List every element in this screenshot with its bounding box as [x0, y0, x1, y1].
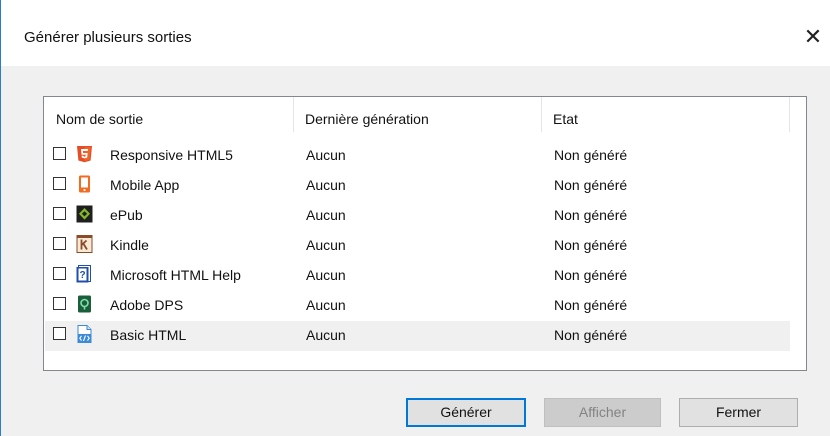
adobe-dps-icon — [76, 295, 93, 313]
row-state: Non généré — [554, 267, 628, 283]
table-row[interactable]: Responsive HTML5 Aucun Non généré — [45, 141, 790, 171]
mobile-app-icon — [76, 175, 93, 193]
column-separator[interactable] — [789, 97, 790, 132]
row-output-name: Mobile App — [110, 177, 180, 193]
table-row[interactable]: Adobe DPS Aucun Non généré — [45, 291, 790, 321]
epub-icon — [76, 205, 93, 223]
close-button[interactable]: Fermer — [679, 398, 798, 427]
column-header-name[interactable]: Nom de sortie — [56, 111, 143, 127]
row-checkbox[interactable] — [53, 207, 66, 220]
column-header-last-generation[interactable]: Dernière génération — [305, 111, 429, 127]
outputs-list: Nom de sortie Dernière génération Etat R… — [43, 96, 807, 371]
table-row[interactable]: Basic HTML Aucun Non généré — [45, 321, 790, 351]
column-header-state[interactable]: Etat — [553, 111, 578, 127]
row-state: Non généré — [554, 237, 628, 253]
generate-outputs-dialog: Générer plusieurs sorties ✕ Nom de sorti… — [0, 0, 830, 436]
row-output-name: ePub — [110, 207, 143, 223]
row-checkbox[interactable] — [53, 237, 66, 250]
row-checkbox[interactable] — [53, 327, 66, 340]
row-output-name: Responsive HTML5 — [110, 147, 233, 163]
row-output-name: Kindle — [110, 237, 149, 253]
row-checkbox[interactable] — [53, 297, 66, 310]
row-last-generation: Aucun — [306, 177, 346, 193]
table-row[interactable]: Mobile App Aucun Non généré — [45, 171, 790, 201]
close-icon[interactable]: ✕ — [798, 22, 828, 52]
row-checkbox[interactable] — [53, 147, 66, 160]
basic-html-icon — [76, 325, 93, 343]
html5-icon — [76, 145, 93, 163]
svg-text:?: ? — [79, 270, 85, 281]
kindle-icon — [76, 235, 93, 253]
row-output-name: Basic HTML — [110, 327, 187, 343]
row-last-generation: Aucun — [306, 237, 346, 253]
row-last-generation: Aucun — [306, 147, 346, 163]
row-last-generation: Aucun — [306, 267, 346, 283]
dialog-title: Générer plusieurs sorties — [24, 29, 192, 46]
table-row[interactable]: ePub Aucun Non généré — [45, 201, 790, 231]
table-row[interactable]: Kindle Aucun Non généré — [45, 231, 790, 261]
column-separator[interactable] — [293, 97, 294, 132]
row-last-generation: Aucun — [306, 207, 346, 223]
row-output-name: Microsoft HTML Help — [110, 267, 241, 283]
show-button[interactable]: Afficher — [544, 398, 661, 427]
html-help-icon: ? — [76, 265, 93, 283]
row-state: Non généré — [554, 297, 628, 313]
row-state: Non généré — [554, 327, 628, 343]
generate-button[interactable]: Générer — [406, 398, 526, 427]
row-checkbox[interactable] — [53, 177, 66, 190]
row-last-generation: Aucun — [306, 297, 346, 313]
title-bar: Générer plusieurs sorties ✕ — [0, 0, 830, 66]
row-checkbox[interactable] — [53, 267, 66, 280]
row-state: Non généré — [554, 147, 628, 163]
row-state: Non généré — [554, 177, 628, 193]
row-output-name: Adobe DPS — [110, 297, 184, 313]
table-row[interactable]: ? Microsoft HTML Help Aucun Non généré — [45, 261, 790, 291]
dialog-content: Nom de sortie Dernière génération Etat R… — [0, 66, 830, 436]
column-separator[interactable] — [541, 97, 542, 132]
row-state: Non généré — [554, 207, 628, 223]
row-last-generation: Aucun — [306, 327, 346, 343]
